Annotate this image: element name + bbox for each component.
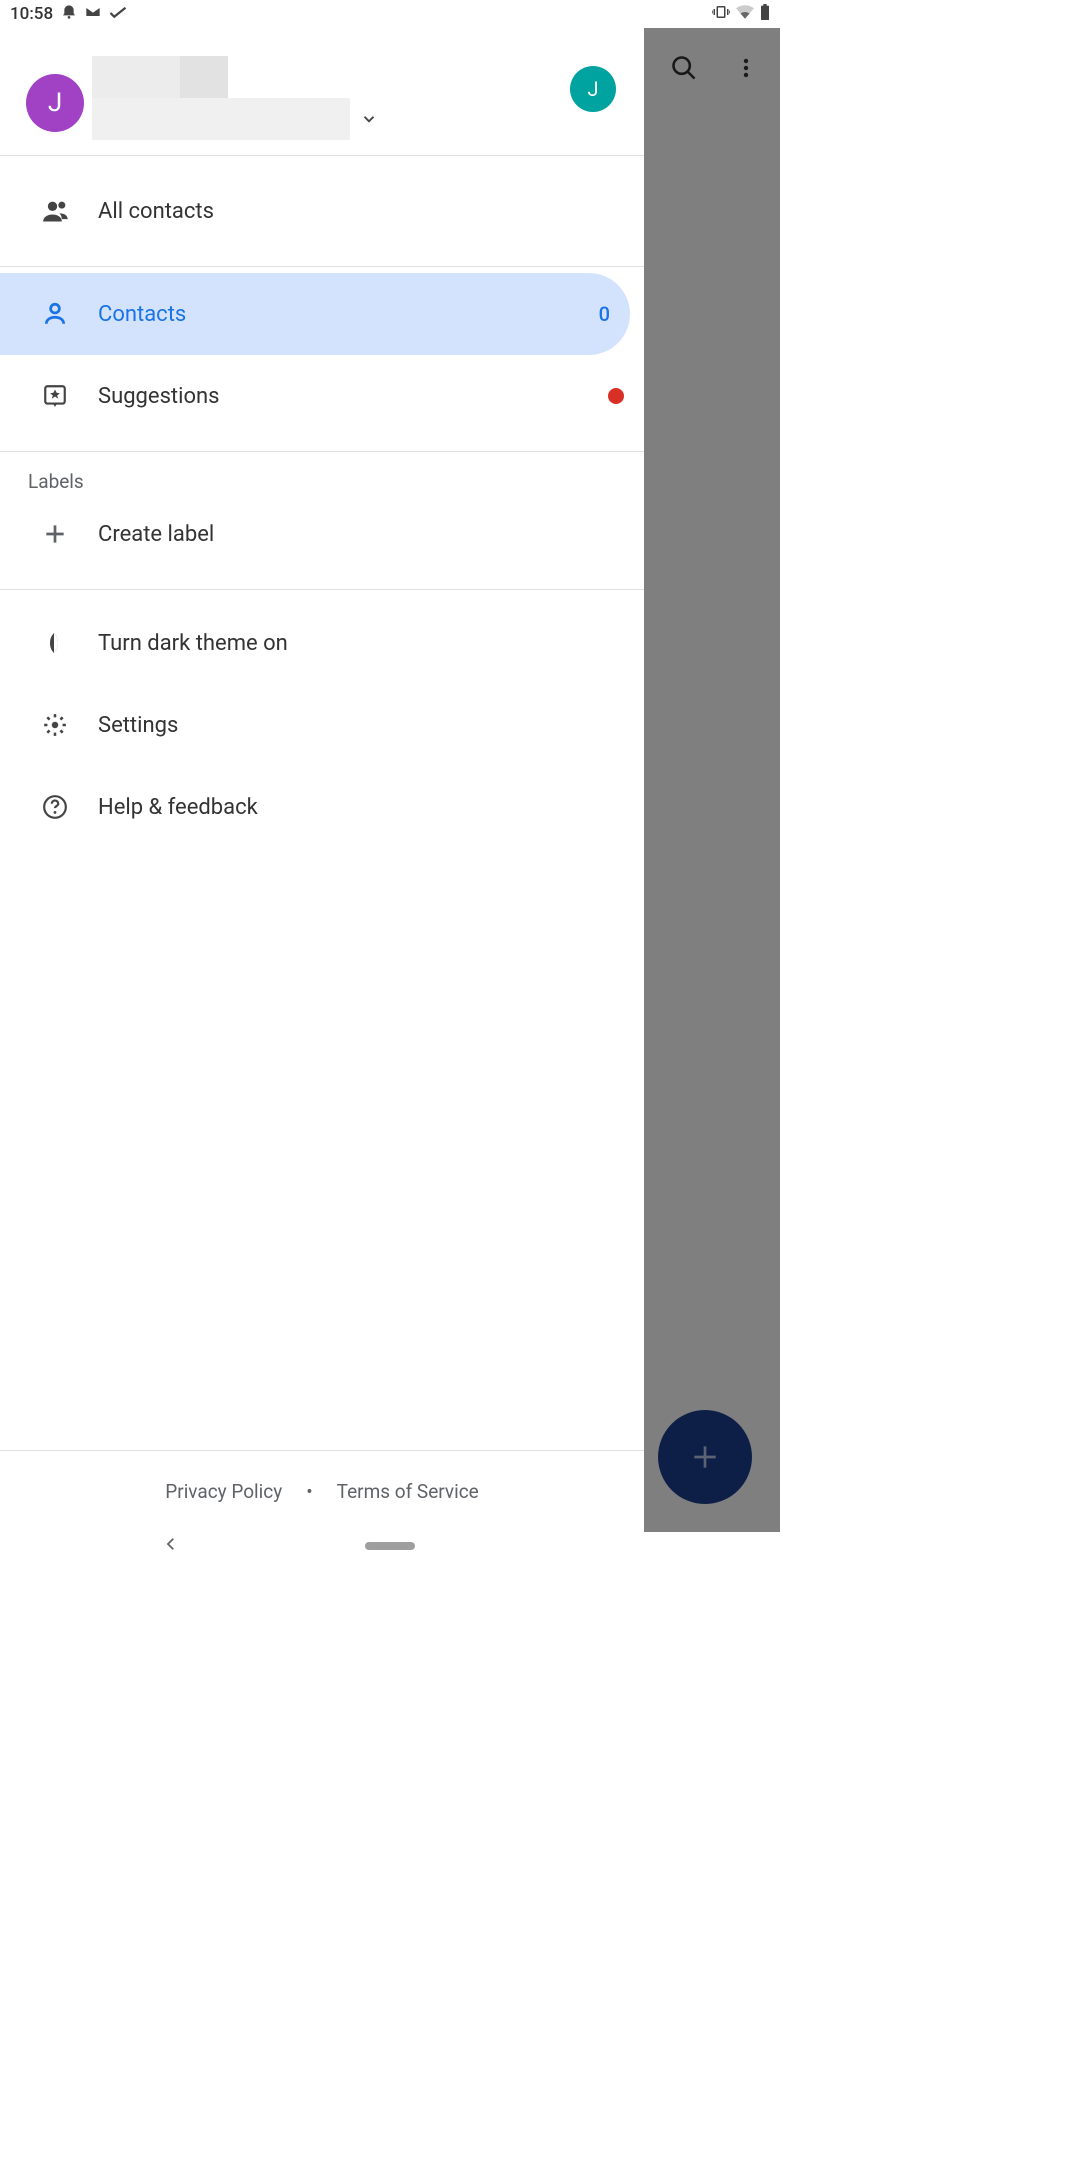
account-avatar-primary[interactable]: J xyxy=(26,74,84,132)
dark-theme-icon xyxy=(42,631,98,655)
help-icon xyxy=(42,794,98,820)
home-gesture-pill[interactable] xyxy=(365,1542,415,1550)
nav-item-create-label[interactable]: Create label xyxy=(0,493,644,575)
nav-label: Contacts xyxy=(98,302,599,327)
nav-label: Settings xyxy=(98,713,624,738)
account-switcher-toggle[interactable] xyxy=(360,110,378,132)
nav-label: Suggestions xyxy=(98,384,608,409)
nav-item-settings[interactable]: Settings xyxy=(0,684,644,766)
suggestions-icon xyxy=(42,383,98,409)
nav-label: Turn dark theme on xyxy=(98,631,624,656)
battery-icon xyxy=(760,4,770,25)
chevron-left-icon xyxy=(162,1535,180,1553)
footer-separator: • xyxy=(306,1480,312,1503)
drawer-header: J J xyxy=(0,28,644,156)
back-button[interactable] xyxy=(162,1535,180,1557)
navigation-drawer: J J All contacts Contac xyxy=(0,28,644,1532)
gear-icon xyxy=(42,712,98,738)
checkmark-icon xyxy=(109,4,127,24)
labels-section-header: Labels xyxy=(0,452,644,493)
people-icon xyxy=(42,197,98,225)
chevron-down-icon xyxy=(360,110,378,128)
status-time: 10:58 xyxy=(10,4,53,24)
account-avatar-secondary[interactable]: J xyxy=(570,66,616,112)
system-navigation-bar xyxy=(0,1532,780,1560)
nav-label: All contacts xyxy=(98,199,624,224)
nav-item-all-contacts[interactable]: All contacts xyxy=(0,170,644,252)
suggestions-indicator-dot xyxy=(608,388,624,404)
nav-item-help-feedback[interactable]: Help & feedback xyxy=(0,766,644,848)
nav-item-dark-theme[interactable]: Turn dark theme on xyxy=(0,602,644,684)
terms-of-service-link[interactable]: Terms of Service xyxy=(337,1480,479,1503)
nav-item-contacts[interactable]: Contacts 0 xyxy=(0,273,630,355)
notification-icon xyxy=(61,4,77,25)
nav-label: Create label xyxy=(98,522,624,547)
status-bar: 10:58 xyxy=(0,0,780,28)
privacy-policy-link[interactable]: Privacy Policy xyxy=(165,1480,282,1503)
account-email-redacted xyxy=(92,98,350,140)
nav-label: Help & feedback xyxy=(98,795,624,820)
wifi-icon xyxy=(736,4,754,24)
plus-icon xyxy=(42,521,98,547)
contacts-count: 0 xyxy=(599,302,610,326)
nav-item-suggestions[interactable]: Suggestions xyxy=(0,355,644,437)
drawer-footer: Privacy Policy • Terms of Service xyxy=(0,1450,644,1532)
person-icon xyxy=(42,301,98,327)
mail-icon xyxy=(85,4,101,25)
vibrate-icon xyxy=(712,4,730,24)
